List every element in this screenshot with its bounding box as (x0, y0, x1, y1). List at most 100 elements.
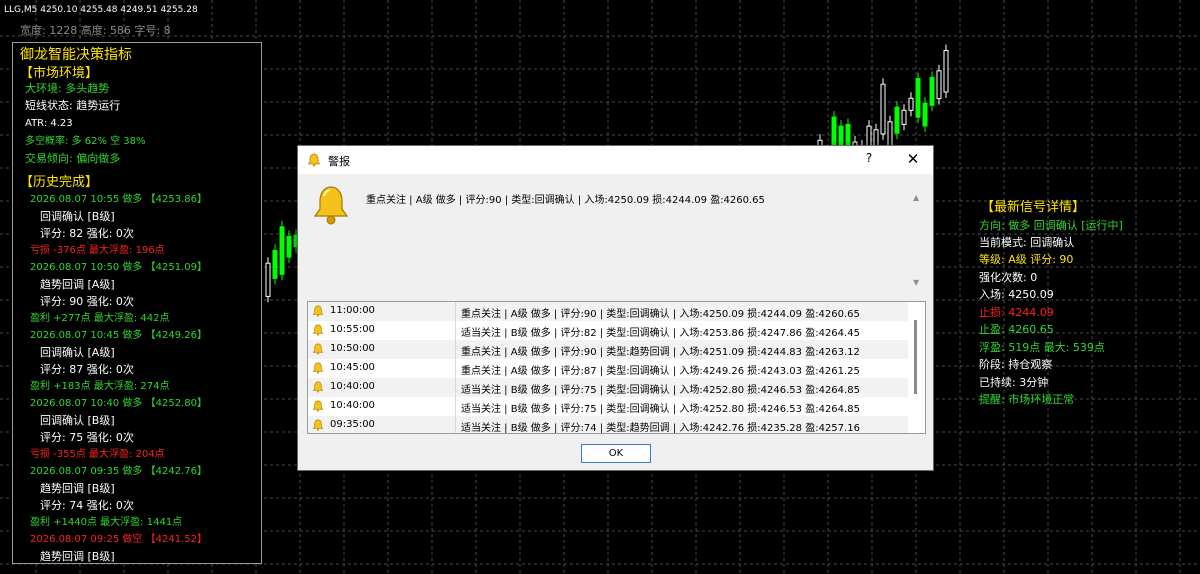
candle-body (279, 226, 285, 275)
history-entry-score: 评分: 74 强化: 0次 (40, 499, 134, 512)
log-message: 适当关注 | B级 做多 | 评分:75 | 类型:回调确认 | 入场:4252… (461, 404, 860, 415)
bell-icon (312, 362, 324, 377)
log-time: 10:50:00 (330, 343, 375, 354)
signal-header: 【最新信号详情】 (981, 200, 1086, 215)
signal-hint: 提醒: 市场环境正常 (979, 393, 1075, 406)
help-button[interactable]: ? (862, 151, 876, 165)
log-time: 09:35:00 (330, 419, 375, 430)
candle-body (922, 102, 928, 127)
log-row[interactable]: 10:40:00 适当关注 | B级 做多 | 评分:75 | 类型:回调确认 |… (308, 397, 908, 416)
log-time: 10:40:00 (330, 400, 375, 411)
signal-target: 止盈: 4260.65 (979, 323, 1054, 336)
history-entry-type: 趋势回调 [B级] (40, 550, 115, 563)
column-divider (455, 321, 456, 340)
log-message: 重点关注 | A级 做多 | 评分:87 | 类型:回调确认 | 入场:4249… (461, 366, 860, 377)
panel-title: 御龙智能决策指标 (20, 47, 132, 63)
history-entry-head: 2026.08.07 10:40 做多 【4252.80】 (30, 398, 207, 409)
history-entry-score: 评分: 87 强化: 0次 (40, 363, 134, 376)
signal-entry: 入场: 4250.09 (979, 288, 1054, 301)
history-entry-type: 回调确认 [A级] (40, 346, 115, 359)
history-entry-score: 评分: 75 强化: 0次 (40, 431, 134, 444)
signal-grade: 等级: A级 评分: 90 (979, 253, 1074, 266)
candle-body (265, 262, 271, 297)
signal-mode: 当前模式: 回调确认 (979, 236, 1075, 249)
history-entry-head: 2026.08.07 09:25 做空 【4241.52】 (30, 534, 207, 545)
candle-body (901, 109, 907, 125)
long-short-prob: 多空概率: 多 62% 空 38% (25, 136, 146, 147)
major-env: 大环境: 多头趋势 (25, 82, 110, 95)
candle-body (880, 83, 886, 135)
trade-bias: 交易倾向: 偏向做多 (25, 152, 121, 165)
history-entry-type: 回调确认 [B级] (40, 414, 115, 427)
history-entry-type: 趋势回调 [B级] (40, 482, 115, 495)
log-row[interactable]: 10:55:00 适当关注 | B级 做多 | 评分:82 | 类型:回调确认 |… (308, 321, 908, 340)
bell-icon (307, 152, 321, 171)
bell-icon (312, 343, 324, 358)
column-divider (455, 416, 456, 433)
signal-stop: 止损: 4244.09 (979, 306, 1054, 319)
alert-log-list[interactable]: 11:00:00 重点关注 | A级 做多 | 评分:90 | 类型:回调确认 |… (307, 301, 926, 434)
history-entry-score: 评分: 82 强化: 0次 (40, 227, 134, 240)
signal-stage: 阶段: 持仓观察 (979, 358, 1053, 371)
bell-icon (312, 400, 324, 415)
signal-float: 浮盈: 519点 最大: 539点 (979, 341, 1105, 354)
column-divider (455, 397, 456, 416)
history-entry-head: 2026.08.07 10:55 做多 【4253.86】 (30, 194, 207, 205)
short-state: 短线状态: 趋势运行 (25, 99, 121, 112)
log-scrollbar[interactable] (914, 320, 917, 394)
bell-icon (312, 324, 324, 339)
history-entry-type: 回调确认 [B级] (40, 210, 115, 223)
log-row[interactable]: 11:00:00 重点关注 | A级 做多 | 评分:90 | 类型:回调确认 |… (308, 302, 908, 321)
bell-icon (312, 305, 324, 320)
candle-body (894, 106, 900, 134)
history-entry-result: 盈利 +183点 最大浮盈: 274点 (30, 381, 170, 392)
log-time: 11:00:00 (330, 305, 375, 316)
signal-direction: 方向: 做多 回调确认 [运行中] (979, 219, 1123, 232)
history-entry-score: 评分: 90 强化: 0次 (40, 295, 134, 308)
log-row[interactable]: 09:35:00 适当关注 | B级 做多 | 评分:74 | 类型:趋势回调 |… (308, 416, 908, 434)
history-entry-result: 盈利 +277点 最大浮盈: 442点 (30, 313, 170, 324)
log-row[interactable]: 10:40:00 适当关注 | B级 做多 | 评分:75 | 类型:回调确认 |… (308, 378, 908, 397)
log-row[interactable]: 10:45:00 重点关注 | A级 做多 | 评分:87 | 类型:回调确认 |… (308, 359, 908, 378)
log-time: 10:40:00 (330, 381, 375, 392)
candle-body (272, 249, 278, 279)
candle-body (286, 235, 292, 258)
history-entry-head: 2026.08.07 10:45 做多 【4249.26】 (30, 330, 207, 341)
history-header: 【历史完成】 (20, 175, 99, 190)
history-entry-result: 盈利 +1440点 最大浮盈: 1441点 (30, 517, 183, 528)
log-message: 适当关注 | B级 做多 | 评分:74 | 类型:趋势回调 | 入场:4242… (461, 423, 860, 434)
column-divider (455, 302, 456, 321)
history-entry-result: 亏损 -355点 最大浮盈: 204点 (30, 449, 165, 460)
ok-button[interactable]: OK (581, 444, 651, 463)
indicator-panel: 御龙智能决策指标 【市场环境】 大环境: 多头趋势 短线状态: 趋势运行 ATR… (12, 42, 262, 564)
scroll-up-icon[interactable]: ▲ (913, 193, 919, 202)
column-divider (455, 359, 456, 378)
bell-icon (312, 381, 324, 396)
log-message: 适当关注 | B级 做多 | 评分:75 | 类型:回调确认 | 入场:4252… (461, 385, 860, 396)
alert-message: 重点关注 | A级 做多 | 评分:90 | 类型:回调确认 | 入场:4250… (366, 195, 765, 206)
history-entry-type: 趋势回调 [A级] (40, 278, 115, 291)
close-button[interactable]: ✕ (905, 150, 921, 168)
history-entry-result: 亏损 -376点 最大浮盈: 196点 (30, 245, 165, 256)
scroll-down-icon[interactable]: ▼ (913, 278, 919, 287)
dialog-titlebar[interactable]: 警报 ? ✕ (298, 146, 933, 174)
log-time: 10:45:00 (330, 362, 375, 373)
candle-body (936, 70, 942, 100)
dialog-title: 警报 (328, 155, 350, 168)
candle-body (908, 97, 914, 111)
log-row[interactable]: 10:50:00 重点关注 | A级 做多 | 评分:90 | 类型:趋势回调 |… (308, 340, 908, 359)
candle-body (929, 77, 935, 106)
chart-info-line: 宽度: 1228 高度: 586 字号: 8 (20, 24, 171, 37)
column-divider (455, 340, 456, 359)
log-message: 重点关注 | A级 做多 | 评分:90 | 类型:趋势回调 | 入场:4251… (461, 347, 860, 358)
signal-boost: 强化次数: 0 (979, 271, 1038, 284)
history-entry-head: 2026.08.07 10:50 做多 【4251.09】 (30, 262, 207, 273)
signal-duration: 已持续: 3分钟 (979, 376, 1049, 389)
alert-dialog: 警报 ? ✕ 重点关注 | A级 做多 | 评分:90 | 类型:回调确认 | … (297, 145, 934, 471)
market-header: 【市场环境】 (20, 66, 99, 81)
bell-icon (311, 184, 351, 230)
atr-value: ATR: 4.23 (25, 118, 73, 129)
bell-icon (312, 419, 324, 433)
column-divider (455, 378, 456, 397)
history-entry-head: 2026.08.07 09:35 做多 【4242.76】 (30, 466, 207, 477)
